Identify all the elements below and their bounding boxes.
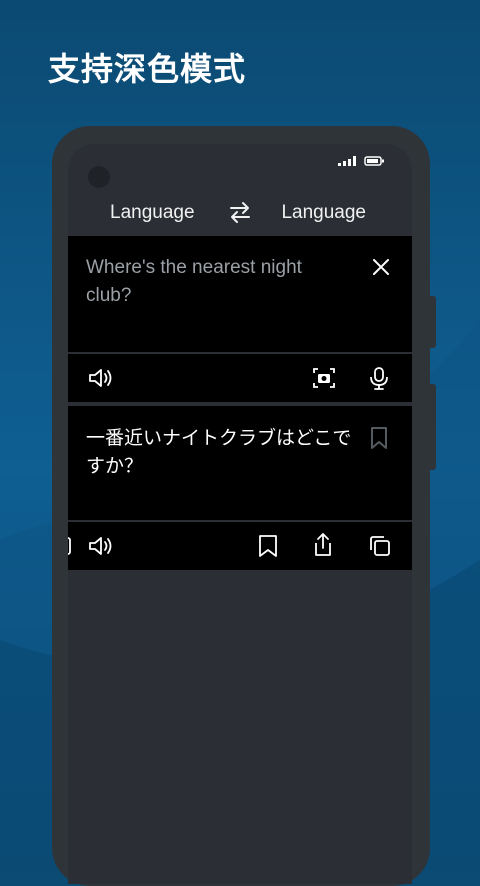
source-text-input[interactable]: Where's the nearest night club? xyxy=(86,254,346,310)
swap-arrows-icon[interactable] xyxy=(228,200,252,224)
copy-icon-partial xyxy=(68,537,71,555)
output-panel: 一番近いナイトクラブはどこですか？ xyxy=(68,406,412,520)
front-camera xyxy=(88,166,110,188)
divider xyxy=(68,402,412,404)
translated-text: 一番近いナイトクラブはどこですか？ xyxy=(86,427,352,477)
bookmark-icon[interactable] xyxy=(258,534,278,558)
promo-title: 支持深色模式 xyxy=(48,50,247,88)
app-screen: Language Language Where's the nearest ni… xyxy=(68,144,412,884)
speaker-icon[interactable] xyxy=(88,366,114,390)
output-toolbar xyxy=(68,522,412,570)
status-bar xyxy=(338,156,384,166)
share-icon[interactable] xyxy=(312,532,334,558)
language-selector: Language Language xyxy=(68,202,412,232)
speaker-icon[interactable] xyxy=(88,534,114,558)
target-language-button[interactable]: Language xyxy=(281,202,366,224)
phone-side-button xyxy=(430,296,436,348)
bookmark-icon[interactable] xyxy=(370,426,388,450)
copy-icon[interactable] xyxy=(368,534,392,558)
close-icon[interactable] xyxy=(372,258,390,276)
input-panel: Where's the nearest night club? xyxy=(68,236,412,352)
battery-icon xyxy=(364,156,384,166)
camera-icon[interactable] xyxy=(312,366,336,390)
signal-icon xyxy=(338,156,356,166)
phone-side-button xyxy=(430,384,436,470)
source-language-button[interactable]: Language xyxy=(110,202,195,224)
input-toolbar xyxy=(68,354,412,402)
microphone-icon[interactable] xyxy=(368,366,390,390)
